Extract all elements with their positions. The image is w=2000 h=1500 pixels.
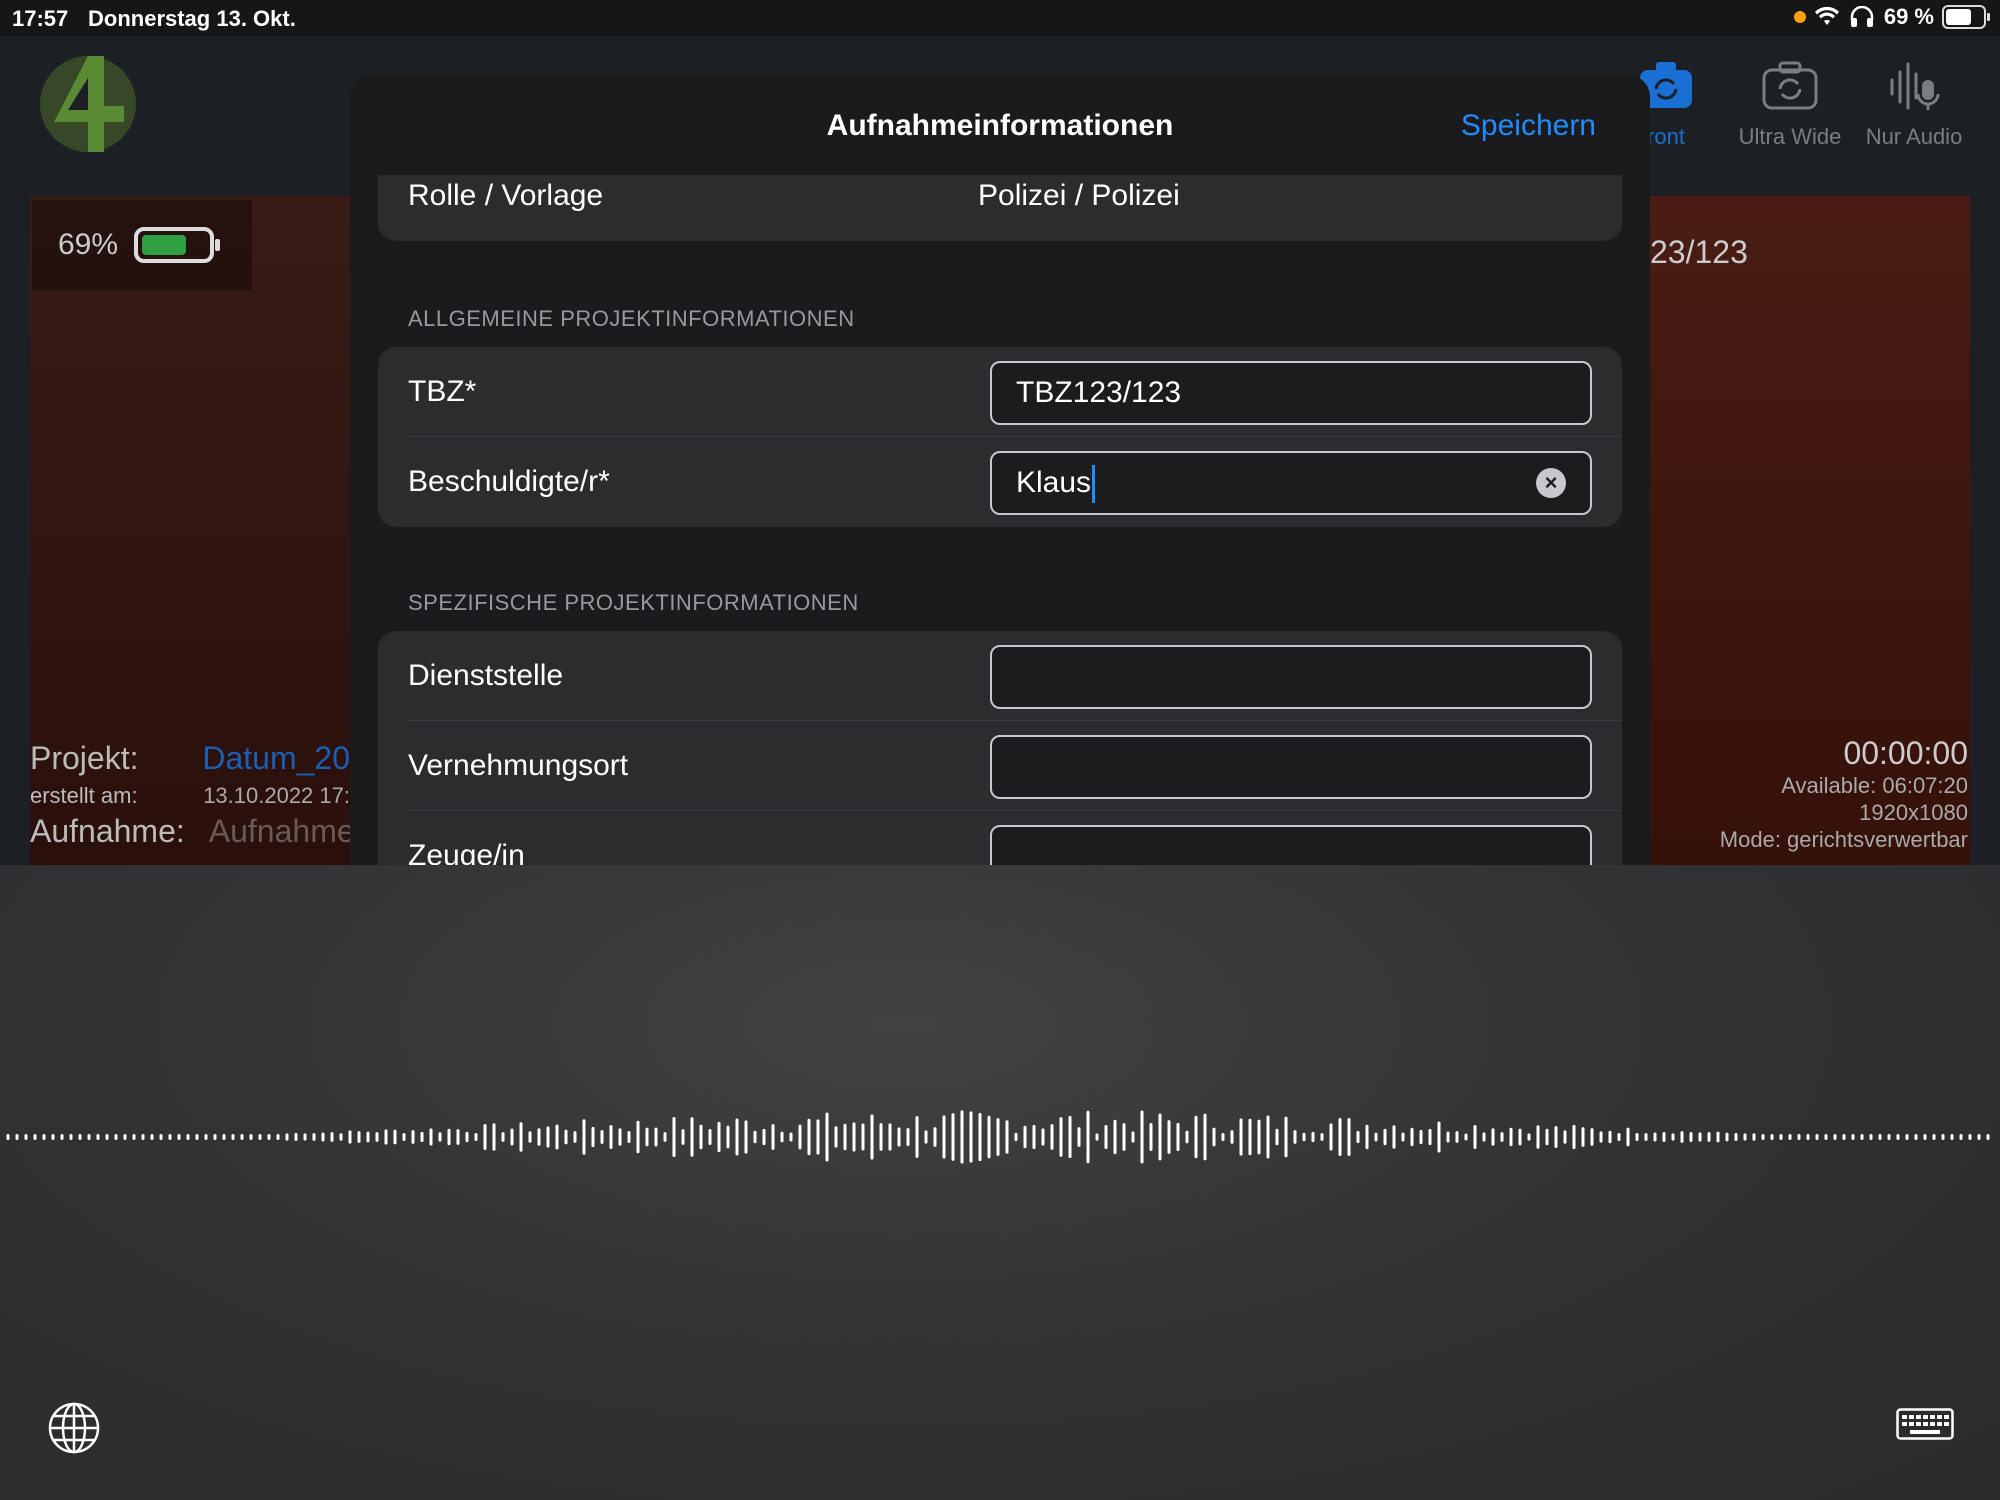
section-general-header: ALLGEMEINE PROJEKTINFORMATIONEN <box>408 306 855 331</box>
vernehmungsort-input[interactable] <box>990 735 1592 799</box>
field-row-tbz: TBZ* TBZ123/123 <box>378 347 1622 437</box>
keyboard-icon[interactable] <box>1896 1408 1954 1440</box>
recording-stats: 00:00:00 Available: 06:07:20 1920x1080 M… <box>1720 735 1968 853</box>
status-time: 17:57 <box>12 6 69 31</box>
mode-ultra-wide[interactable]: Ultra Wide <box>1728 58 1852 150</box>
save-button[interactable]: Speichern <box>1461 109 1596 143</box>
role-value: Polizei / Polizei <box>978 179 1180 212</box>
sheet-header: Aufnahmeinformationen Speichern <box>350 75 1650 175</box>
project-value[interactable]: Datum_20 <box>202 740 350 777</box>
dienststelle-label: Dienststelle <box>408 659 564 692</box>
mode-ultra-wide-label: Ultra Wide <box>1738 124 1842 149</box>
recording-timer: 00:00:00 <box>1843 735 1968 771</box>
role-label: Rolle / Vorlage <box>408 179 604 212</box>
beschuldigte-value: Klaus <box>1016 466 1092 499</box>
role-group: Rolle / Vorlage Polizei / Polizei <box>378 175 1622 241</box>
device-battery-overlay: 69% <box>32 200 252 290</box>
section-specific-header: SPEZIFISCHE PROJEKTINFORMATIONEN <box>408 590 859 615</box>
field-row-dienststelle: Dienststelle <box>378 631 1622 721</box>
tbz-label: TBZ* <box>408 375 477 408</box>
clear-text-icon[interactable]: × <box>1536 468 1566 498</box>
general-group: TBZ* TBZ123/123 Beschuldigte/r* Klaus × <box>378 347 1622 527</box>
created-value: 13.10.2022 17: <box>203 783 350 808</box>
recording-info: Projekt: Datum_20 erstellt am: 13.10.202… <box>30 740 355 850</box>
dictation-waveform <box>6 1110 1990 1164</box>
zeuge-input[interactable] <box>990 825 1592 865</box>
beschuldigte-label: Beschuldigte/r* <box>408 465 610 498</box>
dictation-panel[interactable] <box>0 865 2000 1500</box>
battery-percent: 69% <box>58 228 119 261</box>
available-time: Available: 06:07:20 <box>1781 773 1968 798</box>
resolution: 1920x1080 <box>1859 800 1968 825</box>
camera-rotate-icon <box>1762 61 1818 110</box>
tbz-overlay: 23/123 <box>1650 234 1748 270</box>
camera-mode-tabs: ront Ultra Wide Nur Audio <box>1604 58 1976 150</box>
recording-mode: Mode: gerichtsverwertbar <box>1719 827 1968 852</box>
battery-icon-large <box>134 227 221 263</box>
vernehmungsort-label: Vernehmungsort <box>408 749 629 782</box>
status-battery-text: 69 % <box>1883 4 1934 29</box>
specific-group: Dienststelle Vernehmungsort Zeuge/in <box>378 631 1622 865</box>
sheet-title: Aufnahmeinformationen <box>826 109 1174 142</box>
role-row: Rolle / Vorlage Polizei / Polizei <box>378 175 1622 241</box>
headphones-icon <box>1850 6 1874 27</box>
tbz-input[interactable]: TBZ123/123 <box>990 361 1592 425</box>
mic-in-use-indicator <box>1793 11 1806 23</box>
status-date: Donnerstag 13. Okt. <box>88 6 296 31</box>
recording-value[interactable]: Aufnahme <box>209 813 355 850</box>
dienststelle-input[interactable] <box>990 645 1592 709</box>
status-bar: 17:57 Donnerstag 13. Okt. 69 % <box>0 0 2000 36</box>
created-label: erstellt am: <box>30 783 138 808</box>
app-logo <box>40 56 136 152</box>
mode-audio-only[interactable]: Nur Audio <box>1852 58 1976 150</box>
field-row-zeuge: Zeuge/in <box>378 811 1622 865</box>
battery-icon <box>1942 5 1990 29</box>
project-label: Projekt: <box>30 740 139 776</box>
field-row-beschuldigte: Beschuldigte/r* Klaus × <box>378 437 1622 527</box>
status-right: 69 % <box>1793 4 1990 30</box>
wifi-icon <box>1814 7 1839 25</box>
mode-audio-only-label: Nur Audio <box>1865 124 1963 149</box>
field-row-vernehmungsort: Vernehmungsort <box>378 721 1622 811</box>
beschuldigte-input[interactable]: Klaus × <box>990 451 1592 515</box>
microphone-waveform-icon <box>1890 62 1940 110</box>
zeuge-label: Zeuge/in <box>408 839 525 865</box>
recording-label: Aufnahme: <box>30 813 185 849</box>
text-cursor <box>1092 465 1096 504</box>
recording-info-sheet: Aufnahmeinformationen Speichern Rolle / … <box>350 75 1650 865</box>
globe-icon[interactable] <box>46 1400 102 1456</box>
sheet-body[interactable]: Rolle / Vorlage Polizei / Polizei ALLGEM… <box>350 175 1650 865</box>
